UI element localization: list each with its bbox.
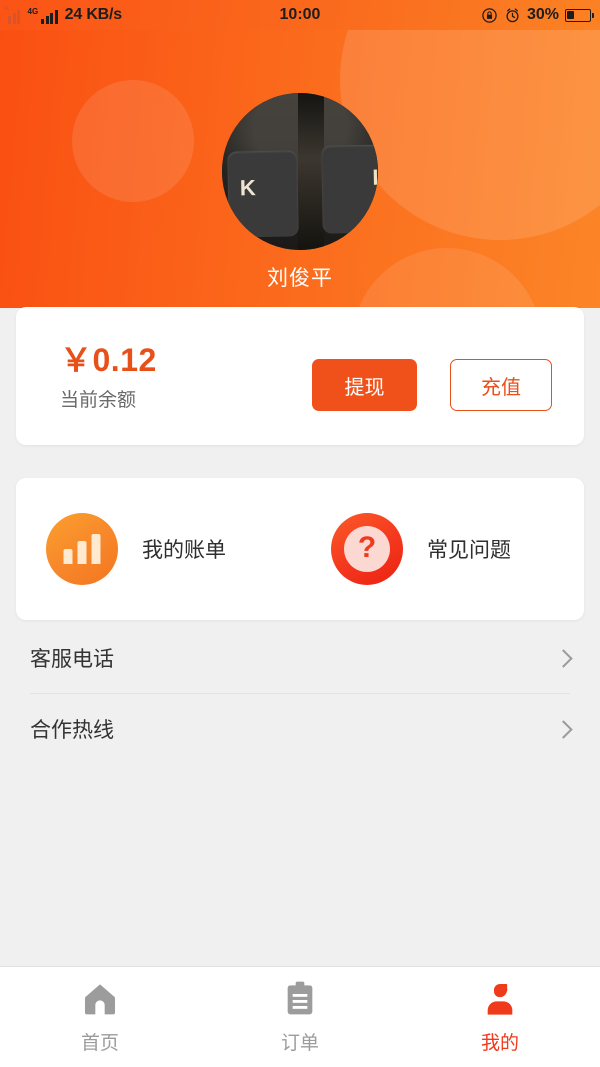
battery-icon	[565, 8, 595, 22]
username: 刘俊平	[267, 267, 333, 290]
bar-chart-bars	[63, 534, 101, 564]
chevron-right-icon	[554, 648, 573, 668]
shortcut-faq-label: 常见问题	[427, 539, 511, 562]
avatar-photo: K L	[222, 93, 378, 250]
avatar-key-left: K	[227, 150, 299, 238]
status-bar-right: 30%	[481, 6, 595, 24]
list-item-partner-hotline[interactable]: 合作热线	[0, 694, 600, 764]
list-item-service-phone[interactable]: 客服电话	[0, 623, 600, 693]
rotation-lock-icon	[482, 7, 497, 23]
balance-label: 当前余额	[60, 390, 137, 411]
tab-mine-label: 我的	[480, 1033, 519, 1054]
avatar-photo-gap	[298, 93, 324, 250]
avatar[interactable]: K L	[222, 93, 378, 250]
topup-button[interactable]: 充值	[450, 359, 552, 411]
avatar-key-right: L	[321, 144, 378, 234]
person-icon	[487, 984, 513, 1015]
decorative-circle-left	[72, 80, 194, 202]
app-root: K L 刘俊平 × 4G 24 KB/s 10:00 30% ￥0.12 当前余…	[0, 0, 600, 1067]
chevron-right-icon	[554, 719, 573, 739]
avatar-key-left-letter: K	[239, 175, 256, 201]
battery-percent-label: 30%	[526, 6, 559, 23]
shortcut-faq[interactable]: ? 常见问题	[331, 506, 511, 592]
list-item-service-phone-label: 客服电话	[30, 648, 114, 671]
tab-orders-label: 订单	[280, 1033, 319, 1054]
shortcuts-card: 我的账单 ? 常见问题	[16, 478, 584, 620]
tab-home-label: 首页	[80, 1033, 119, 1054]
decorative-circle-right	[340, 0, 600, 240]
status-bar: × 4G 24 KB/s 10:00 30%	[0, 0, 600, 30]
tab-mine[interactable]: 我的	[400, 967, 600, 1067]
question-mark-icon: ?	[331, 513, 403, 585]
tab-home[interactable]: 首页	[0, 967, 200, 1067]
alarm-clock-icon	[506, 7, 519, 22]
home-icon	[85, 984, 115, 1015]
shortcut-my-bills-label: 我的账单	[142, 539, 226, 562]
bottom-tab-bar: 首页 订单 我的	[0, 966, 600, 1067]
question-mark-glyph: ?	[344, 526, 390, 572]
profile-header: K L 刘俊平	[0, 0, 600, 308]
balance-amount: ￥0.12	[60, 342, 157, 378]
bar-chart-icon	[46, 513, 118, 585]
balance-card: ￥0.12 当前余额 提现 充值	[16, 307, 584, 445]
list-item-partner-hotline-label: 合作热线	[30, 719, 114, 742]
shortcut-my-bills[interactable]: 我的账单	[46, 506, 226, 592]
tab-orders[interactable]: 订单	[200, 967, 400, 1067]
avatar-key-right-letter: L	[372, 164, 378, 190]
withdraw-button[interactable]: 提现	[312, 359, 417, 411]
clipboard-icon	[287, 981, 313, 1015]
